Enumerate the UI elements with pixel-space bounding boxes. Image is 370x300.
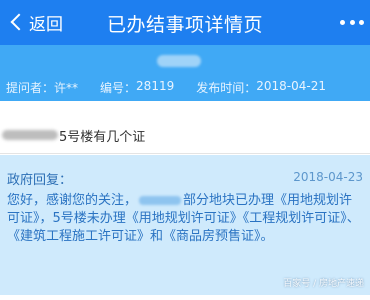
publish-time-label: 发布时间： (196, 81, 257, 95)
number-label: 编号： (100, 81, 137, 95)
number-value: 28119 (136, 79, 175, 93)
government-reply: 政府回复： 2018-04-23 您好，感谢您的关注， 部分地块已办理《用地规划许… (0, 155, 370, 295)
asker-label: 提问者： (6, 81, 55, 95)
redacted-project-name (139, 196, 182, 205)
redacted-item-title (157, 55, 201, 67)
item-meta: 提问者： 许** 编号： 28119 发布时间： 2018-04-21 (6, 79, 326, 96)
publish-time-value: 2018-04-21 (256, 79, 326, 93)
reply-label: 政府回复： (7, 173, 73, 188)
more-dots-icon[interactable] (340, 16, 364, 28)
nav-bar: 返回 已办结事项详情页 (0, 0, 370, 45)
item-header: 提问者： 许** 编号： 28119 发布时间： 2018-04-21 (0, 45, 370, 101)
divider (0, 153, 370, 154)
reply-body-part1: 您好，感谢您的关注， (7, 193, 138, 208)
page-title: 已办结事项详情页 (106, 14, 263, 36)
watermark: 百家号 / 房地产速递 (283, 279, 364, 289)
question: 5号楼有几个证 (0, 126, 370, 145)
question-text: 5号楼有几个证 (59, 129, 146, 145)
asker-value: 许** (54, 81, 79, 95)
redacted-location (2, 130, 58, 140)
reply-date: 2018-04-23 (293, 170, 363, 184)
page: 返回 已办结事项详情页 提问者： 许** 编号： 28119 发布时间： 201… (0, 0, 370, 300)
reply-body: 您好，感谢您的关注， 部分地块已办理《用地规划许可证》，5号楼未办理《用地规划许可… (7, 192, 363, 246)
